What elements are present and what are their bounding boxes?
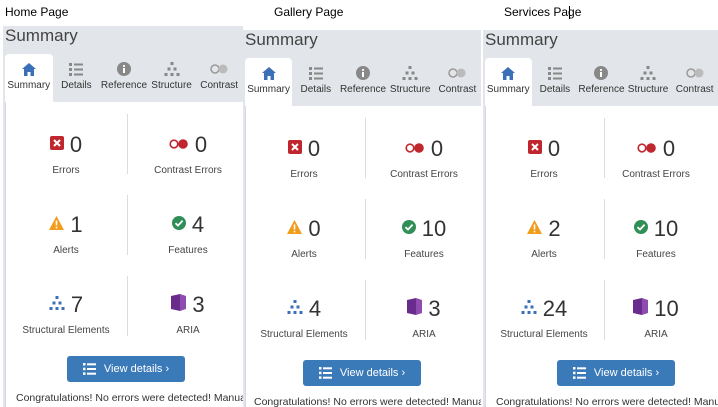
tab-bar: Summary Details Reference Structure Cont… <box>485 58 718 106</box>
summary-content: 0 Errors 0 Contrast Errors 2 Alerts 10 F… <box>485 106 718 407</box>
tab-contrast[interactable]: Contrast <box>195 54 243 102</box>
stat-errors[interactable]: 0 Errors <box>484 136 604 180</box>
stat-features[interactable]: 10 Features <box>596 216 716 260</box>
tab-details[interactable]: Details <box>53 54 101 102</box>
stat-structural-elements[interactable]: 24 Structural Elements <box>484 296 604 340</box>
panel-title: Summary <box>245 30 318 49</box>
info-icon <box>594 65 609 81</box>
caption-home-page: Home Page <box>5 5 69 19</box>
feature-icon <box>401 219 416 239</box>
home-icon <box>261 65 276 81</box>
view-details-button[interactable]: View details › <box>557 360 675 386</box>
structure-icon <box>287 299 303 319</box>
alert-icon <box>527 219 543 239</box>
stat-features[interactable]: 4 Features <box>128 212 243 256</box>
list-icon <box>69 61 84 77</box>
list-icon <box>547 65 562 81</box>
contrast-icon <box>685 65 704 81</box>
tab-contrast[interactable]: Contrast <box>434 58 481 106</box>
list-icon <box>318 367 332 379</box>
summary-panel-gallery: Summary Summary Details Reference Struct… <box>243 30 481 407</box>
tab-details[interactable]: Details <box>292 58 339 106</box>
list-icon <box>82 363 96 375</box>
error-icon <box>527 139 542 159</box>
feature-icon <box>171 215 186 235</box>
view-details-button[interactable]: View details › <box>67 356 185 382</box>
stat-alerts[interactable]: 1 Alerts <box>6 212 126 256</box>
tab-reference[interactable]: Reference <box>578 58 625 106</box>
stat-aria[interactable]: 3 ARIA <box>364 296 481 340</box>
stat-features[interactable]: 10 Features <box>364 216 481 260</box>
contrast-icon <box>405 140 425 158</box>
tab-summary[interactable]: Summary <box>485 58 532 106</box>
tab-bar: Summary Details Reference Structure Cont… <box>5 54 243 102</box>
tab-structure[interactable]: Structure <box>387 58 434 106</box>
contrast-icon <box>210 61 228 77</box>
contrast-icon <box>448 65 466 81</box>
hierarchy-icon <box>402 65 418 81</box>
view-details-label: View details › <box>103 363 170 375</box>
home-icon <box>21 61 36 77</box>
info-icon <box>356 65 370 81</box>
stat-structural-elements[interactable]: 7 Structural Elements <box>6 292 126 336</box>
caption-gallery-page: Gallery Page <box>274 5 344 19</box>
summary-content: 0 Errors 0 Contrast Errors 0 Alerts 10 F… <box>245 106 481 407</box>
structure-icon <box>521 299 537 319</box>
info-icon <box>116 61 131 77</box>
tab-reference[interactable]: Reference <box>100 54 148 102</box>
alert-icon <box>49 215 65 235</box>
contrast-icon <box>637 140 657 158</box>
tab-summary[interactable]: Summary <box>5 54 53 102</box>
panel-title: Summary <box>5 26 78 45</box>
tab-reference[interactable]: Reference <box>339 58 386 106</box>
stat-alerts[interactable]: 2 Alerts <box>484 216 604 260</box>
view-details-label: View details › <box>593 367 660 379</box>
text-cursor <box>569 6 570 19</box>
alert-icon <box>287 219 303 239</box>
stat-contrast-errors[interactable]: 0 Contrast Errors <box>364 136 481 180</box>
stat-aria[interactable]: 10 ARIA <box>596 296 716 340</box>
stat-aria[interactable]: 3 ARIA <box>128 292 243 336</box>
tab-bar: Summary Details Reference Structure Cont… <box>245 58 481 106</box>
list-icon <box>308 65 323 81</box>
contrast-icon <box>169 136 189 154</box>
list-icon <box>572 367 586 379</box>
congratulations-message: Congratulations! No errors were detected… <box>254 396 481 407</box>
view-details-button[interactable]: View details › <box>303 360 421 386</box>
stat-contrast-errors[interactable]: 0 Contrast Errors <box>596 136 716 180</box>
home-icon <box>501 65 516 81</box>
hierarchy-icon <box>640 65 656 81</box>
stat-errors[interactable]: 0 Errors <box>6 132 126 176</box>
tab-contrast[interactable]: Contrast <box>671 58 718 106</box>
view-details-label: View details › <box>339 367 406 379</box>
congratulations-message: Congratulations! No errors were detected… <box>16 392 243 404</box>
hierarchy-icon <box>164 61 180 77</box>
summary-panel-home: Summary Summary Details Reference Struct… <box>3 26 243 407</box>
panel-title: Summary <box>485 30 558 49</box>
aria-icon <box>407 298 423 320</box>
stat-contrast-errors[interactable]: 0 Contrast Errors <box>128 132 243 176</box>
aria-icon <box>633 298 649 320</box>
tab-summary[interactable]: Summary <box>245 58 293 106</box>
congratulations-message: Congratulations! No errors were detected… <box>496 396 718 407</box>
error-icon <box>49 135 64 155</box>
summary-content: 0 Errors 0 Contrast Errors 1 Alerts 4 Fe… <box>5 102 243 407</box>
tab-structure[interactable]: Structure <box>148 54 196 102</box>
error-icon <box>287 139 302 159</box>
summary-panel-services: Summary Summary Details Reference Struct… <box>483 30 718 407</box>
structure-icon <box>49 295 65 315</box>
stat-structural-elements[interactable]: 4 Structural Elements <box>244 296 364 340</box>
stat-alerts[interactable]: 0 Alerts <box>244 216 364 260</box>
tab-details[interactable]: Details <box>532 58 579 106</box>
aria-icon <box>171 294 187 316</box>
tab-structure[interactable]: Structure <box>625 58 672 106</box>
feature-icon <box>633 219 648 239</box>
stat-errors[interactable]: 0 Errors <box>244 136 364 180</box>
